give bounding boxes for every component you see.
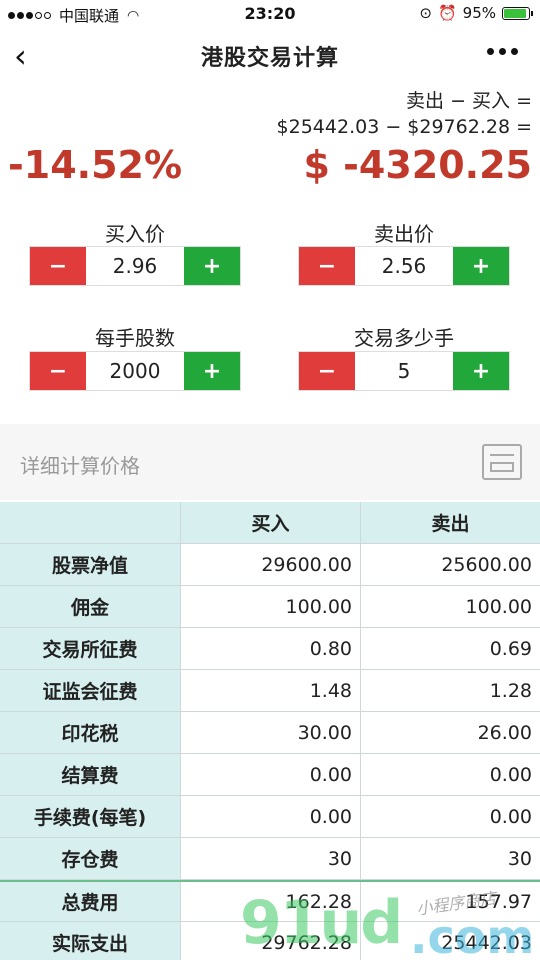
table-row: 股票净值 29600.00 25600.00 xyxy=(0,544,540,586)
table-row: 佣金 100.00 100.00 xyxy=(0,586,540,628)
row-sell-value: 30 xyxy=(361,838,540,879)
table-row-actual: 实际支出 29762.28 25442.03 xyxy=(0,922,540,960)
row-sell-value: 157.97 xyxy=(361,882,540,921)
nav-bar: ‹ 港股交易计算 xyxy=(0,28,540,84)
row-name: 股票净值 xyxy=(0,544,181,585)
page-title: 港股交易计算 xyxy=(200,46,339,71)
lot-size-label: 每手股数 xyxy=(95,326,175,350)
status-left: 中国联通 ◠ xyxy=(8,5,139,26)
buy-price-input[interactable]: 2.96 xyxy=(86,247,184,285)
row-name: 证监会征费 xyxy=(0,670,181,711)
table-row: 结算费 0.00 0.00 xyxy=(0,754,540,796)
alarm-icon: ⏰ xyxy=(437,4,457,22)
status-bar: 中国联通 ◠ 23:20 ⊙ ⏰ 95% xyxy=(0,0,540,28)
row-name: 实际支出 xyxy=(0,922,181,960)
row-buy-value: 29762.28 xyxy=(181,922,361,960)
table-header-cell xyxy=(0,502,181,543)
battery-percent: 95% xyxy=(462,4,496,22)
sell-price-minus-button[interactable]: − xyxy=(299,247,355,285)
table-header-cell: 卖出 xyxy=(361,502,540,543)
buy-price-plus-button[interactable]: + xyxy=(184,247,240,285)
row-sell-value: 0.00 xyxy=(361,796,540,837)
table-row: 证监会征费 1.48 1.28 xyxy=(0,670,540,712)
row-name: 总费用 xyxy=(0,882,181,921)
row-buy-value: 1.48 xyxy=(181,670,361,711)
row-buy-value: 0.00 xyxy=(181,754,361,795)
row-buy-value: 0.00 xyxy=(181,796,361,837)
rotation-lock-icon: ⊙ xyxy=(419,4,432,22)
formula-line-1: 卖出 − 买入 = xyxy=(406,90,532,112)
row-buy-value: 30 xyxy=(181,838,361,879)
row-sell-value: 26.00 xyxy=(361,712,540,753)
row-name: 佣金 xyxy=(0,586,181,627)
lots-input[interactable]: 5 xyxy=(355,352,453,390)
detail-table: 买入 卖出 股票净值 29600.00 25600.00 佣金 100.00 1… xyxy=(0,502,540,960)
formula-line-2: $25442.03 − $29762.28 = xyxy=(276,116,532,138)
lots-label: 交易多少手 xyxy=(354,326,454,350)
buy-price-minus-button[interactable]: − xyxy=(30,247,86,285)
lot-size-minus-button[interactable]: − xyxy=(30,352,86,390)
row-name: 交易所征费 xyxy=(0,628,181,669)
row-sell-value: 0.00 xyxy=(361,754,540,795)
back-icon[interactable]: ‹ xyxy=(14,38,27,74)
lot-size-stepper: − 2000 + xyxy=(29,351,241,391)
table-row: 交易所征费 0.80 0.69 xyxy=(0,628,540,670)
sell-price-label: 卖出价 xyxy=(374,222,434,246)
lot-size-plus-button[interactable]: + xyxy=(184,352,240,390)
battery-fill xyxy=(504,8,526,18)
row-buy-value: 29600.00 xyxy=(181,544,361,585)
row-sell-value: 25600.00 xyxy=(361,544,540,585)
table-row-total: 总费用 162.28 157.97 xyxy=(0,880,540,922)
row-sell-value: 25442.03 xyxy=(361,922,540,960)
status-right: ⊙ ⏰ 95% xyxy=(419,4,533,22)
signal-icon xyxy=(8,12,51,19)
lot-size-input[interactable]: 2000 xyxy=(86,352,184,390)
row-name: 手续费(每笔) xyxy=(0,796,181,837)
wifi-icon: ◠ xyxy=(127,7,140,24)
lots-stepper: − 5 + xyxy=(298,351,510,391)
row-buy-value: 100.00 xyxy=(181,586,361,627)
row-sell-value: 1.28 xyxy=(361,670,540,711)
buy-price-stepper: − 2.96 + xyxy=(29,246,241,286)
profit-amount: $ -4320.25 xyxy=(303,143,532,187)
row-name: 结算费 xyxy=(0,754,181,795)
sell-price-plus-button[interactable]: + xyxy=(453,247,509,285)
detail-title: 详细计算价格 xyxy=(20,454,140,478)
buy-price-label: 买入价 xyxy=(105,222,165,246)
row-buy-value: 162.28 xyxy=(181,882,361,921)
battery-icon xyxy=(502,6,533,20)
table-row: 印花税 30.00 26.00 xyxy=(0,712,540,754)
more-icon[interactable] xyxy=(487,48,518,55)
carrier-label: 中国联通 xyxy=(59,7,120,25)
sell-price-stepper: − 2.56 + xyxy=(298,246,510,286)
table-header-row: 买入 卖出 xyxy=(0,502,540,544)
table-row: 手续费(每笔) 0.00 0.00 xyxy=(0,796,540,838)
row-name: 印花税 xyxy=(0,712,181,753)
row-sell-value: 0.69 xyxy=(361,628,540,669)
lots-minus-button[interactable]: − xyxy=(299,352,355,390)
row-buy-value: 0.80 xyxy=(181,628,361,669)
percent-change: -14.52% xyxy=(8,143,183,187)
row-name: 存仓费 xyxy=(0,838,181,879)
table-header-cell: 买入 xyxy=(181,502,361,543)
row-sell-value: 100.00 xyxy=(361,586,540,627)
sell-price-input[interactable]: 2.56 xyxy=(355,247,453,285)
row-buy-value: 30.00 xyxy=(181,712,361,753)
lots-plus-button[interactable]: + xyxy=(453,352,509,390)
table-row: 存仓费 30 30 xyxy=(0,838,540,880)
card-icon[interactable] xyxy=(482,444,522,480)
detail-header: 详细计算价格 xyxy=(0,424,540,500)
